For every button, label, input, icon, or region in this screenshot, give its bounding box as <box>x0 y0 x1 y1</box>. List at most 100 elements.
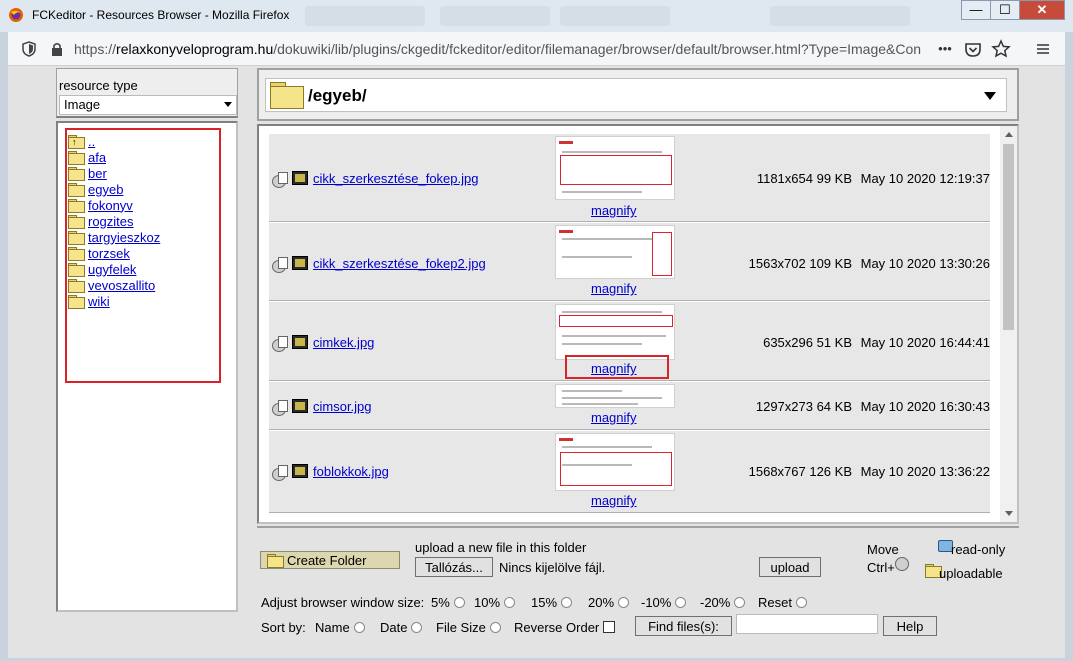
minimize-button[interactable]: — <box>961 0 991 20</box>
file-name-link[interactable]: cimsor.jpg <box>313 399 372 414</box>
radio-button[interactable] <box>504 597 516 608</box>
file-date: May 10 2020 13:36:22 <box>860 464 990 479</box>
scrollbar-thumb[interactable] <box>1003 144 1014 330</box>
adjust-option[interactable]: -20% <box>700 595 746 610</box>
tree-item[interactable]: egyeb <box>68 181 160 197</box>
sort-option[interactable]: Date <box>380 620 423 635</box>
reverse-order-option[interactable]: Reverse Order <box>514 620 616 635</box>
tree-item[interactable]: wiki <box>68 293 160 309</box>
file-name-link[interactable]: cimkek.jpg <box>313 335 374 350</box>
current-path-box[interactable]: /egyeb/ <box>265 78 1007 112</box>
radio-button[interactable] <box>675 597 687 608</box>
adjust-option[interactable]: 5% <box>431 595 465 610</box>
radio-button[interactable] <box>489 622 501 633</box>
file-name-link[interactable]: cikk_szerkesztése_fokep.jpg <box>313 171 478 186</box>
bookmark-star-icon[interactable] <box>990 38 1012 60</box>
radio-button[interactable] <box>561 597 573 608</box>
file-thumbnail[interactable] <box>555 433 675 491</box>
move-icon <box>895 557 909 571</box>
file-name-link[interactable]: foblokkok.jpg <box>313 464 389 479</box>
tree-item[interactable]: vevoszallito <box>68 277 160 293</box>
highlight-box <box>565 355 669 379</box>
file-row: cikk_szerkesztése_fokep2.jpg magnify 156… <box>269 223 990 301</box>
tree-item[interactable]: rogzites <box>68 213 160 229</box>
tree-link[interactable]: torzsek <box>88 246 130 261</box>
tree-link[interactable]: fokonyv <box>88 198 133 213</box>
close-button[interactable]: ✕ <box>1019 0 1065 20</box>
url-bar[interactable]: https://relaxkonyveloprogram.hu/dokuwiki… <box>74 41 944 57</box>
pocket-icon[interactable] <box>962 38 984 60</box>
file-thumbnail[interactable] <box>555 225 675 279</box>
browse-button[interactable]: Tallózás... <box>415 557 493 577</box>
delete-icon[interactable] <box>272 336 288 352</box>
create-folder-button[interactable]: Create Folder <box>260 551 400 569</box>
tree-item[interactable]: afa <box>68 149 160 165</box>
vertical-scrollbar[interactable] <box>1000 126 1017 522</box>
file-thumbnail[interactable] <box>555 136 675 200</box>
help-button[interactable]: Help <box>883 616 937 636</box>
lock-icon[interactable] <box>50 41 64 57</box>
tree-link[interactable]: egyeb <box>88 182 123 197</box>
radio-button[interactable] <box>411 622 423 633</box>
tree-link[interactable]: ber <box>88 166 107 181</box>
tree-item[interactable]: targyieszkoz <box>68 229 160 245</box>
tree-link[interactable]: rogzites <box>88 214 134 229</box>
scroll-up-arrow-icon[interactable] <box>1000 126 1017 143</box>
resource-type-value: Image <box>64 97 101 112</box>
file-thumbnail[interactable] <box>555 304 675 360</box>
upload-button[interactable]: upload <box>759 557 821 577</box>
radio-button[interactable] <box>453 597 465 608</box>
tree-item[interactable]: ugyfelek <box>68 261 160 277</box>
tree-item[interactable]: torzsek <box>68 245 160 261</box>
radio-button[interactable] <box>795 597 807 608</box>
upload-label: upload a new file in this folder <box>415 540 587 555</box>
magnify-link[interactable]: magnify <box>591 281 637 296</box>
file-dims: 1181x654 99 KB <box>756 171 852 186</box>
file-date: May 10 2020 16:44:41 <box>860 335 990 350</box>
chevron-down-icon[interactable] <box>984 92 996 100</box>
tree-link-up[interactable]: .. <box>88 134 95 149</box>
find-files-button[interactable]: Find files(s): <box>635 616 732 636</box>
tree-link[interactable]: targyieszkoz <box>88 230 160 245</box>
tree-link[interactable]: vevoszallito <box>88 278 155 293</box>
magnify-link[interactable]: magnify <box>591 410 637 425</box>
reverse-order-checkbox[interactable] <box>603 621 616 633</box>
file-name-link[interactable]: cikk_szerkesztése_fokep2.jpg <box>313 256 486 271</box>
resource-type-select[interactable]: Image <box>59 95 237 115</box>
find-files-input[interactable] <box>736 614 878 634</box>
radio-button[interactable] <box>734 597 746 608</box>
adjust-option[interactable]: Reset <box>758 595 807 610</box>
maximize-button[interactable]: ☐ <box>990 0 1020 20</box>
adjust-option[interactable]: 10% <box>474 595 516 610</box>
shield-icon[interactable] <box>22 41 36 57</box>
sort-option[interactable]: Name <box>315 620 365 635</box>
adjust-option[interactable]: 15% <box>531 595 573 610</box>
thumbnail-detail <box>559 438 573 441</box>
thumbnail-detail <box>562 403 638 405</box>
radio-button[interactable] <box>353 622 365 633</box>
page-actions-button[interactable]: ••• <box>934 38 956 60</box>
sort-option[interactable]: File Size <box>436 620 501 635</box>
delete-icon[interactable] <box>272 465 288 481</box>
radio-button[interactable] <box>618 597 630 608</box>
menu-icon[interactable] <box>1032 38 1054 60</box>
sort-option-label: File Size <box>436 620 486 635</box>
magnify-link[interactable]: magnify <box>591 493 637 508</box>
tree-item[interactable]: fokonyv <box>68 197 160 213</box>
tree-link[interactable]: ugyfelek <box>88 262 136 277</box>
delete-icon[interactable] <box>272 257 288 273</box>
delete-icon[interactable] <box>272 172 288 188</box>
current-path: /egyeb/ <box>308 86 367 105</box>
chevron-down-icon <box>224 102 232 107</box>
adjust-option[interactable]: 20% <box>588 595 630 610</box>
tree-link[interactable]: wiki <box>88 294 110 309</box>
scroll-down-arrow-icon[interactable] <box>1000 505 1017 522</box>
sort-label: Sort by: <box>261 620 306 635</box>
file-thumbnail[interactable] <box>555 384 675 408</box>
tree-link[interactable]: afa <box>88 150 106 165</box>
delete-icon[interactable] <box>272 400 288 416</box>
tree-item-up[interactable]: ↑.. <box>68 133 160 149</box>
tree-item[interactable]: ber <box>68 165 160 181</box>
magnify-link[interactable]: magnify <box>591 203 637 218</box>
adjust-option[interactable]: -10% <box>641 595 687 610</box>
